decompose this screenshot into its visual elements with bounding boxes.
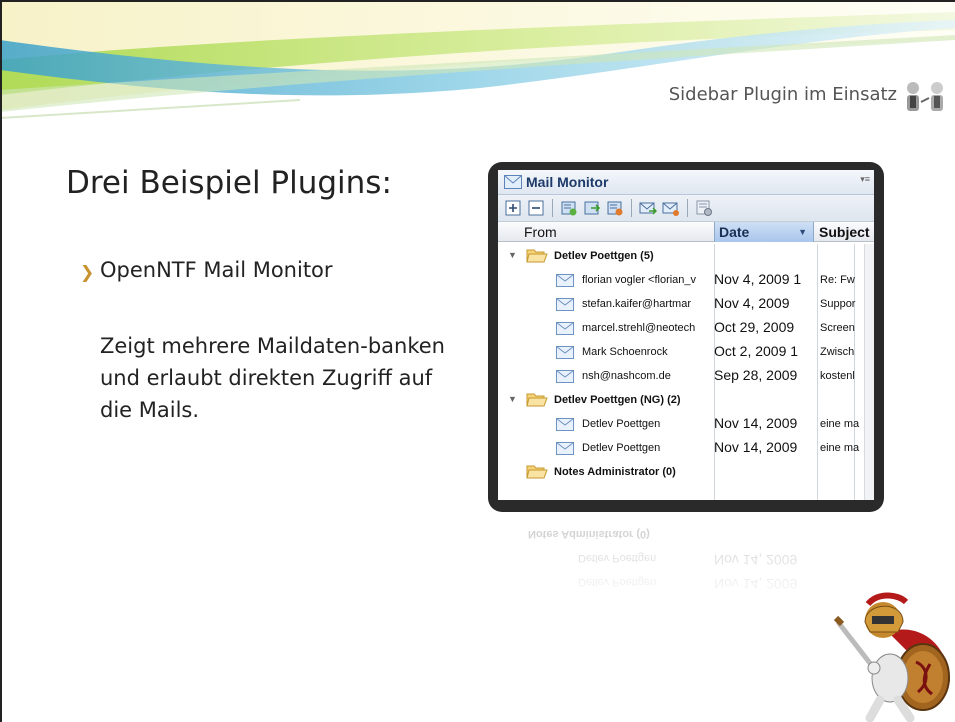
- toolbar-separator: [687, 199, 688, 217]
- bullet-arrow-icon: ❯: [80, 263, 95, 282]
- slide: Sidebar Plugin im Einsatz Drei Beispiel …: [0, 0, 955, 722]
- mail-monitor-toolbar: [498, 195, 874, 222]
- group-label: Detlev Poettgen (NG) (2): [554, 394, 681, 406]
- mail-from: nsh@nashcom.de: [582, 370, 671, 382]
- slide-heading: Drei Beispiel Plugins:: [66, 165, 392, 201]
- expand-all-icon[interactable]: [504, 199, 522, 217]
- people-icon: [907, 82, 943, 111]
- vertical-scrollbar[interactable]: [864, 244, 874, 500]
- mail-from: Mark Schoenrock: [582, 346, 668, 358]
- bullet-item: OpenNTF Mail Monitor: [100, 258, 333, 282]
- slide-left-border: [0, 0, 2, 722]
- group-row[interactable]: ▼ Detlev Poettgen (NG) (2): [498, 388, 874, 412]
- mail-from: florian vogler <florian_v: [582, 274, 697, 286]
- collapse-all-icon[interactable]: [527, 199, 545, 217]
- group-label: Notes Administrator (0): [554, 466, 676, 478]
- mail-date: Nov 14, 2009: [714, 415, 798, 431]
- expanded-twisty-icon[interactable]: ▼: [508, 250, 517, 260]
- mail-date: Nov 4, 2009: [714, 295, 790, 311]
- envelope-icon: [556, 274, 574, 287]
- mail-row[interactable]: stefan.kaifer@hartmar Nov 4, 2009 Suppor: [498, 292, 874, 316]
- envelope-icon: [556, 370, 574, 383]
- mail-row[interactable]: Detlev Poettgen Nov 14, 2009 eine ma: [498, 412, 874, 436]
- add-database-icon[interactable]: [560, 199, 578, 217]
- folder-open-icon: [526, 249, 548, 263]
- mail-monitor-title: Mail Monitor: [526, 174, 609, 190]
- group-label: Detlev Poettgen (5): [554, 250, 654, 262]
- mail-monitor-window: Mail Monitor ▾≡ From Date ▼ Subject ▼ De…: [488, 162, 884, 512]
- mail-row[interactable]: Detlev Poettgen Nov 14, 2009 eine ma: [498, 436, 874, 460]
- sort-descending-icon: ▼: [798, 227, 807, 237]
- open-mail-icon[interactable]: [639, 199, 657, 217]
- header-swoosh-graphic: [0, 0, 955, 119]
- slide-top-border: [0, 0, 955, 2]
- envelope-icon: [556, 346, 574, 359]
- bullet-description: Zeigt mehrere Maildaten-banken und erlau…: [100, 334, 445, 422]
- mark-mail-icon[interactable]: [662, 199, 680, 217]
- group-row[interactable]: ▼ Detlev Poettgen (5): [498, 244, 874, 268]
- column-header-row: From Date ▼ Subject: [498, 222, 874, 242]
- toolbar-separator: [631, 199, 632, 217]
- group-row[interactable]: Notes Administrator (0): [498, 460, 874, 484]
- envelope-icon: [556, 298, 574, 311]
- mail-date: Sep 28, 2009: [714, 367, 798, 383]
- mail-date: Nov 4, 2009 1: [714, 271, 802, 287]
- mail-list: ▼ Detlev Poettgen (5) florian vogler <fl…: [498, 244, 874, 500]
- envelope-icon: [556, 442, 574, 455]
- mail-monitor-titlebar: Mail Monitor ▾≡: [498, 170, 874, 195]
- mail-row[interactable]: nsh@nashcom.de Sep 28, 2009 kostenl: [498, 364, 874, 388]
- envelope-icon: [556, 418, 574, 431]
- column-subject[interactable]: Subject: [819, 224, 870, 240]
- mail-from: Detlev Poettgen: [582, 442, 661, 454]
- open-database-icon[interactable]: [583, 199, 601, 217]
- expanded-twisty-icon[interactable]: ▼: [508, 394, 517, 404]
- mail-row[interactable]: florian vogler <florian_v Nov 4, 2009 1 …: [498, 268, 874, 292]
- mail-from: Detlev Poettgen: [582, 418, 661, 430]
- section-title: Sidebar Plugin im Einsatz: [668, 84, 897, 105]
- view-menu-icon[interactable]: ▾≡: [860, 174, 870, 185]
- mail-date: Oct 2, 2009 1: [714, 343, 799, 359]
- mail-from: stefan.kaifer@hartmar: [582, 298, 691, 310]
- spartan-warrior-illustration: [833, 592, 950, 722]
- toolbar-separator: [552, 199, 553, 217]
- folder-open-icon: [526, 393, 548, 407]
- envelope-icon: [504, 175, 522, 189]
- settings-icon[interactable]: [695, 199, 713, 217]
- mail-row[interactable]: marcel.strehl@neotech Oct 29, 2009 Scree…: [498, 316, 874, 340]
- column-date-label: Date: [719, 224, 750, 240]
- mail-row[interactable]: Mark Schoenrock Oct 2, 2009 1 Zwisch: [498, 340, 874, 364]
- mail-date: Nov 14, 2009: [714, 439, 798, 455]
- column-from[interactable]: From: [524, 224, 557, 240]
- remove-database-icon[interactable]: [606, 199, 624, 217]
- mail-from: marcel.strehl@neotech: [582, 322, 696, 334]
- mail-date: Oct 29, 2009: [714, 319, 795, 335]
- envelope-icon: [556, 322, 574, 335]
- column-date[interactable]: Date ▼: [714, 222, 814, 242]
- folder-icon: [526, 465, 548, 479]
